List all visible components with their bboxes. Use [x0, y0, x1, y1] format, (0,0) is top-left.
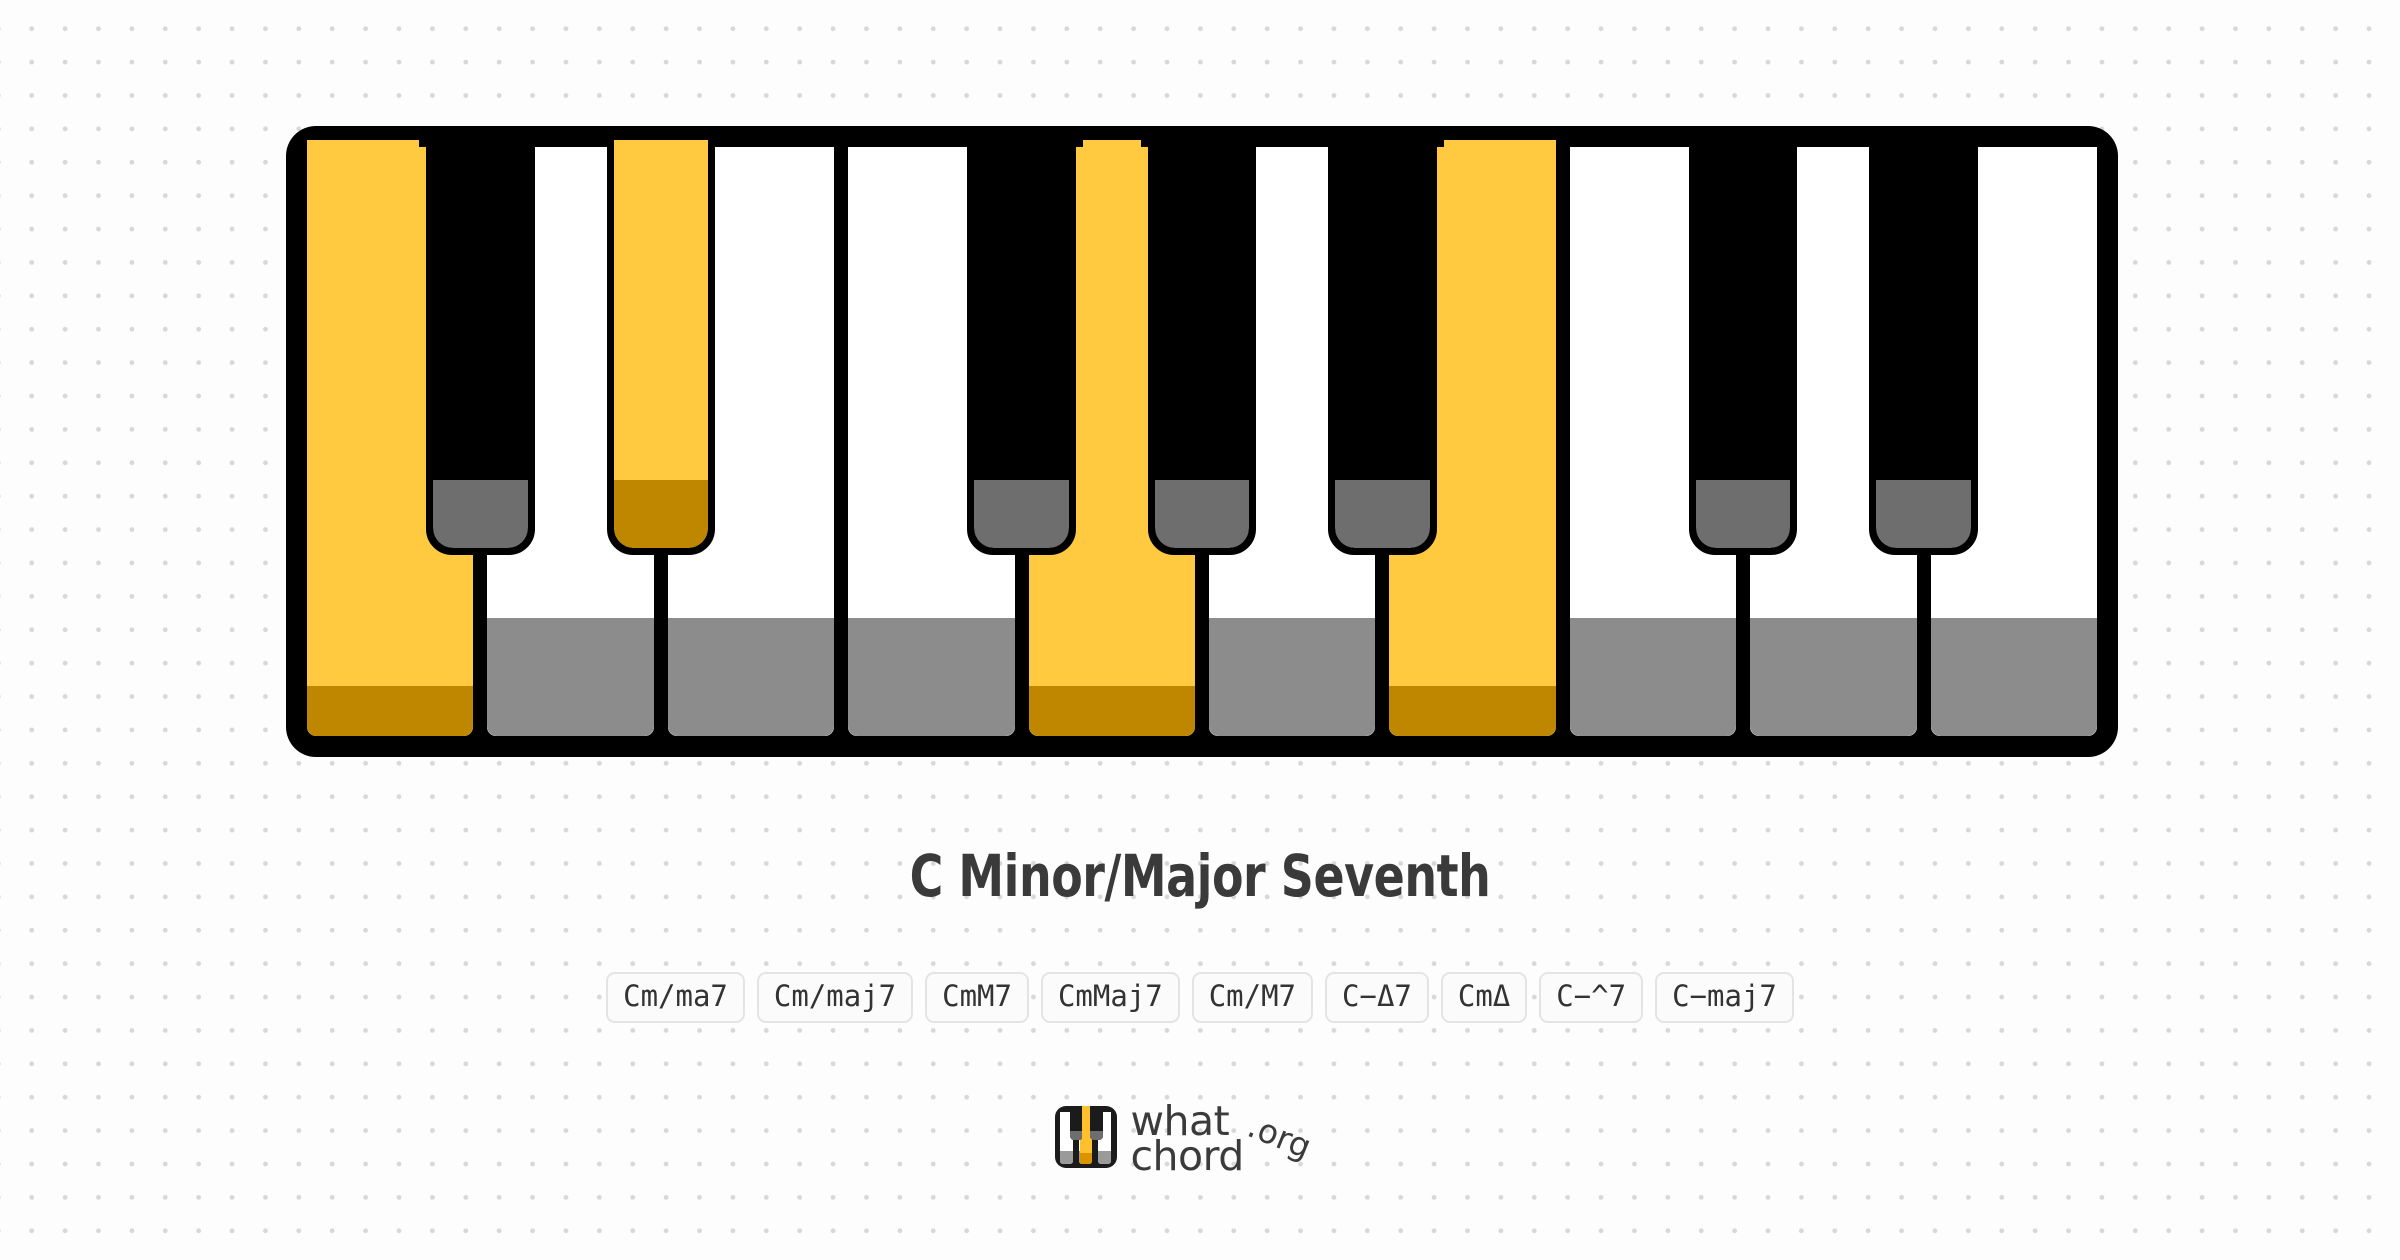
chord-alias-badge[interactable]: CmM7 — [925, 972, 1029, 1023]
piano-black-key-asharp[interactable] — [1328, 133, 1437, 555]
piano-black-key-csharp[interactable] — [1689, 133, 1798, 555]
chord-alias-badge[interactable]: C−^7 — [1539, 972, 1644, 1023]
black-key-shadow-band — [613, 480, 708, 548]
white-key-shadow-band — [307, 686, 474, 736]
piano-keyboard[interactable] — [286, 126, 2118, 757]
logo-tld: .org — [1241, 1106, 1317, 1167]
black-key-shadow-band — [1154, 480, 1250, 548]
logo-highlight-stem — [1081, 1106, 1090, 1140]
white-key-shadow-band — [1750, 618, 1917, 736]
black-key-shadow-band — [1335, 480, 1430, 548]
logo-line-chord: chord — [1130, 1132, 1245, 1180]
chord-alias-badge[interactable]: C−Δ7 — [1325, 972, 1429, 1023]
black-key-face — [433, 140, 528, 548]
white-key-shadow-band — [1930, 618, 2097, 736]
chord-alias-badge[interactable]: CmΔ — [1440, 972, 1528, 1023]
white-key-shadow-band — [1028, 686, 1195, 736]
white-key-shadow-band — [1209, 618, 1376, 736]
piano-keyboard-icon — [1054, 1106, 1117, 1168]
black-key-face — [1876, 140, 1971, 548]
black-key-face — [613, 140, 708, 548]
white-key-shadow-band — [1569, 618, 1737, 736]
chord-alias-list: Cm/ma7 Cm/maj7 CmM7 CmMaj7 Cm/M7 C−Δ7 CmΔ C−^7 C… — [0, 972, 2400, 1023]
white-key-highlight-stem — [1082, 140, 1141, 560]
white-key-shadow-band — [1389, 686, 1556, 736]
site-logo[interactable]: what chord .org — [0, 1098, 2400, 1180]
piano-chord-diagram — [286, 126, 2118, 757]
black-key-face — [1335, 140, 1430, 548]
white-key-highlight-stem — [1443, 140, 1556, 560]
chord-title: C Minor/Major Seventh — [909, 842, 1491, 910]
white-key-shadow-band — [487, 618, 654, 736]
white-key-shadow-band — [848, 618, 1015, 736]
black-key-shadow-band — [1876, 480, 1971, 548]
logo-wordmark: what chord .org — [1130, 1098, 1346, 1180]
black-key-face — [974, 140, 1069, 548]
piano-keys-area — [300, 133, 2104, 743]
black-key-face — [1154, 140, 1250, 548]
black-key-face — [1696, 140, 1791, 548]
chord-alias-badge[interactable]: C−maj7 — [1655, 972, 1794, 1023]
white-key-shadow-band — [667, 618, 835, 736]
piano-black-key-dsharp[interactable] — [606, 133, 715, 555]
chord-alias-badge[interactable]: CmMaj7 — [1040, 972, 1180, 1023]
chord-alias-badge[interactable]: Cm/ma7 — [606, 972, 745, 1023]
chord-alias-badge[interactable]: Cm/M7 — [1191, 972, 1314, 1023]
piano-black-key-gsharp[interactable] — [1147, 133, 1257, 555]
piano-black-key-csharp[interactable] — [426, 133, 535, 555]
piano-black-key-dsharp[interactable] — [1869, 133, 1978, 555]
black-key-shadow-band — [974, 480, 1069, 548]
black-key-shadow-band — [433, 480, 528, 548]
piano-black-key-fsharp[interactable] — [967, 133, 1076, 555]
black-key-shadow-band — [1696, 480, 1791, 548]
white-key-highlight-stem — [307, 140, 420, 560]
chord-alias-badge[interactable]: Cm/maj7 — [756, 972, 914, 1023]
logo-black-key — [1089, 1106, 1103, 1140]
